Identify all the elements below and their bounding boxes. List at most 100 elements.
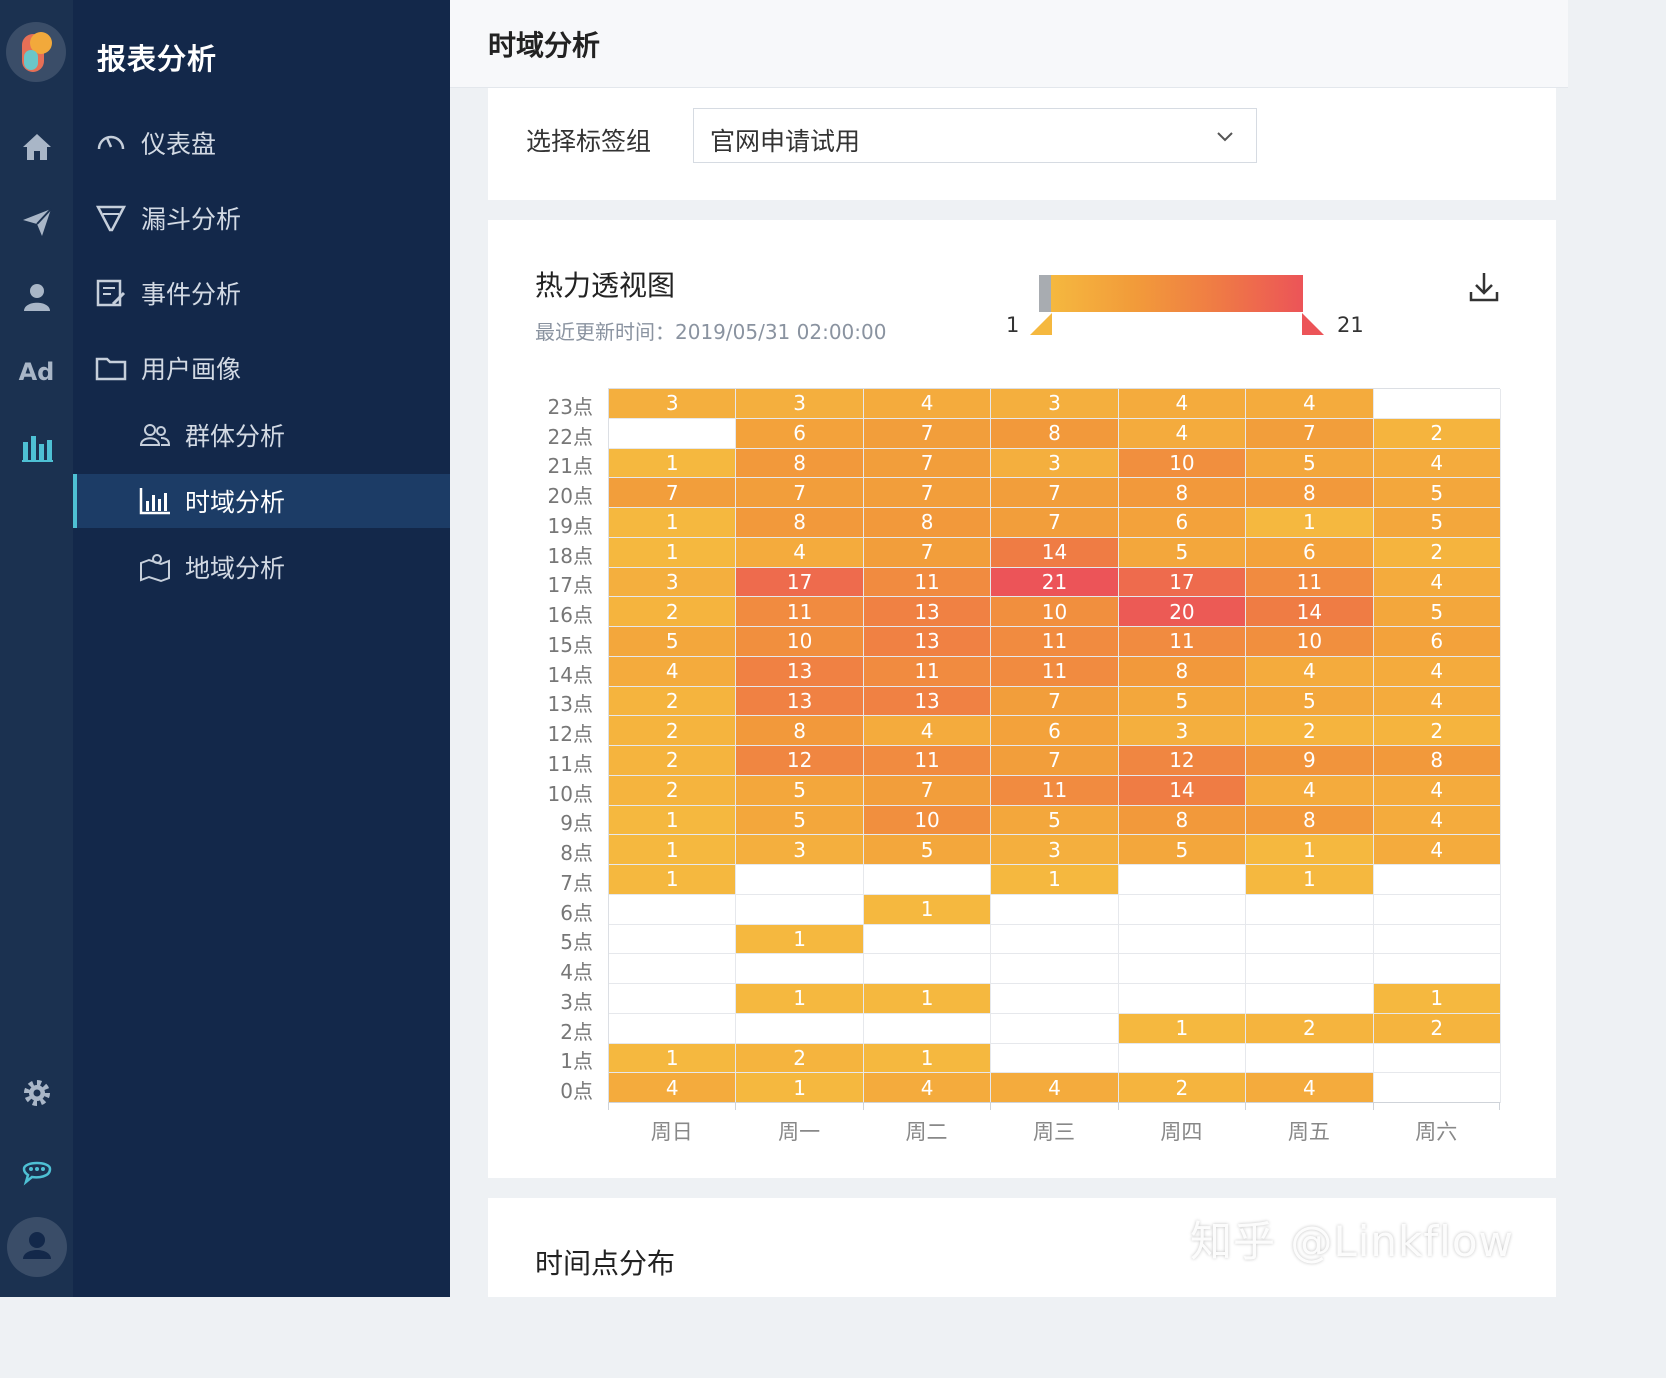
nav-item-group-analysis[interactable]: 群体分析 xyxy=(73,408,450,462)
heatmap-cell[interactable]: 1 xyxy=(1246,508,1374,538)
nav-item-time-analysis[interactable]: 时域分析 xyxy=(73,474,450,528)
heatmap-cell[interactable]: 5 xyxy=(1118,686,1247,717)
heatmap-cell[interactable]: 13 xyxy=(863,597,992,627)
settings-icon[interactable] xyxy=(0,1068,73,1118)
heatmap-cell[interactable]: 6 xyxy=(1118,508,1247,538)
heatmap-cell[interactable]: 1 xyxy=(1118,1013,1247,1044)
heatmap-cell[interactable]: 13 xyxy=(736,686,864,717)
heatmap-cell[interactable]: 5 xyxy=(736,775,864,806)
heatmap-cell[interactable]: 8 xyxy=(1373,746,1501,776)
heatmap-cell[interactable]: 1 xyxy=(863,894,992,925)
heatmap-cell[interactable]: 8 xyxy=(1246,478,1374,508)
heatmap-cell[interactable]: 3 xyxy=(609,389,737,419)
heatmap-cell[interactable]: 4 xyxy=(991,1073,1119,1103)
heatmap-cell[interactable] xyxy=(991,924,1119,955)
heatmap-cell[interactable]: 5 xyxy=(1118,835,1247,865)
heatmap-cell[interactable]: 13 xyxy=(736,656,864,687)
heatmap-cell[interactable]: 1 xyxy=(863,984,992,1014)
heatmap-cell[interactable]: 7 xyxy=(991,478,1119,508)
heatmap-cell[interactable]: 11 xyxy=(1118,627,1247,657)
heatmap-cell[interactable]: 1 xyxy=(609,448,737,479)
heatmap-cell[interactable]: 4 xyxy=(1246,1073,1374,1103)
heatmap-cell[interactable]: 4 xyxy=(1118,389,1247,419)
heatmap-cell[interactable]: 8 xyxy=(1118,478,1247,508)
heatmap-cell[interactable] xyxy=(1246,984,1374,1014)
heatmap-cell[interactable]: 4 xyxy=(1246,389,1374,419)
heatmap-cell[interactable]: 4 xyxy=(1246,656,1374,687)
heatmap-cell[interactable]: 13 xyxy=(863,627,992,657)
heatmap-cell[interactable]: 17 xyxy=(1118,567,1247,598)
download-icon[interactable] xyxy=(1467,270,1501,304)
heatmap-cell[interactable]: 2 xyxy=(609,746,737,776)
heatmap-cell[interactable]: 7 xyxy=(863,775,992,806)
heatmap-cell[interactable]: 11 xyxy=(991,656,1119,687)
heatmap-cell[interactable]: 1 xyxy=(609,508,737,538)
heatmap-cell[interactable]: 8 xyxy=(1246,805,1374,836)
heatmap-cell[interactable] xyxy=(1246,1043,1374,1074)
heatmap-cell[interactable] xyxy=(991,1043,1119,1074)
heatmap-cell[interactable]: 1 xyxy=(609,805,737,836)
heatmap-cell[interactable] xyxy=(609,1013,737,1044)
nav-item-funnel[interactable]: 漏斗分析 xyxy=(73,191,450,245)
heatmap-cell[interactable]: 6 xyxy=(736,418,864,449)
heatmap-cell[interactable] xyxy=(1246,954,1374,984)
heatmap-cell[interactable]: 7 xyxy=(863,418,992,449)
heatmap-cell[interactable]: 8 xyxy=(1118,805,1247,836)
heatmap-cell[interactable]: 5 xyxy=(991,805,1119,836)
heatmap-cell[interactable]: 13 xyxy=(863,686,992,717)
heatmap-cell[interactable]: 4 xyxy=(736,537,864,568)
heatmap-cell[interactable]: 7 xyxy=(863,478,992,508)
heatmap-cell[interactable]: 1 xyxy=(609,537,737,568)
heatmap-cell[interactable] xyxy=(1373,954,1501,984)
heatmap-cell[interactable]: 6 xyxy=(991,716,1119,746)
heatmap-cell[interactable] xyxy=(991,894,1119,925)
heatmap-cell[interactable] xyxy=(1373,924,1501,955)
heatmap-cell[interactable] xyxy=(1373,865,1501,895)
heatmap-cell[interactable]: 12 xyxy=(1118,746,1247,776)
heatmap-cell[interactable]: 1 xyxy=(863,1043,992,1074)
heatmap-cell[interactable]: 6 xyxy=(1373,627,1501,657)
heatmap-cell[interactable] xyxy=(609,418,737,449)
heatmap-cell[interactable] xyxy=(1118,984,1247,1014)
heatmap-cell[interactable]: 2 xyxy=(1373,537,1501,568)
heatmap-cell[interactable]: 11 xyxy=(863,656,992,687)
heatmap-cell[interactable]: 14 xyxy=(991,537,1119,568)
heatmap-cell[interactable]: 9 xyxy=(1246,746,1374,776)
heatmap-cell[interactable]: 3 xyxy=(609,567,737,598)
heatmap-cell[interactable]: 1 xyxy=(1373,984,1501,1014)
heatmap-cell[interactable]: 4 xyxy=(1373,835,1501,865)
heatmap-cell[interactable]: 3 xyxy=(736,835,864,865)
heatmap-cell[interactable]: 4 xyxy=(609,656,737,687)
heatmap-cell[interactable]: 1 xyxy=(609,835,737,865)
heatmap-cell[interactable]: 5 xyxy=(863,835,992,865)
heatmap-cell[interactable]: 11 xyxy=(863,746,992,776)
heatmap-cell[interactable]: 8 xyxy=(991,418,1119,449)
heatmap-cell[interactable] xyxy=(736,954,864,984)
heatmap-cell[interactable]: 8 xyxy=(736,508,864,538)
heatmap-cell[interactable]: 2 xyxy=(1373,418,1501,449)
heatmap-cell[interactable]: 3 xyxy=(991,835,1119,865)
heatmap-cell[interactable]: 2 xyxy=(609,716,737,746)
heatmap-cell[interactable]: 5 xyxy=(736,805,864,836)
heatmap-cell[interactable] xyxy=(736,894,864,925)
heatmap-cell[interactable]: 2 xyxy=(1246,716,1374,746)
heatmap-cell[interactable]: 7 xyxy=(609,478,737,508)
heatmap-cell[interactable]: 11 xyxy=(991,627,1119,657)
heatmap-cell[interactable]: 7 xyxy=(863,448,992,479)
heatmap-cell[interactable]: 14 xyxy=(1246,597,1374,627)
heatmap-cell[interactable]: 6 xyxy=(1246,537,1374,568)
heatmap-cell[interactable]: 1 xyxy=(609,1043,737,1074)
heatmap-cell[interactable] xyxy=(863,954,992,984)
heatmap-cell[interactable]: 2 xyxy=(609,686,737,717)
heatmap-cell[interactable]: 2 xyxy=(1246,1013,1374,1044)
heatmap-cell[interactable] xyxy=(1373,389,1501,419)
ad-icon[interactable]: Ad xyxy=(0,347,73,397)
heatmap-cell[interactable]: 2 xyxy=(1373,1013,1501,1044)
heatmap-cell[interactable]: 5 xyxy=(1373,478,1501,508)
heatmap-cell[interactable]: 1 xyxy=(991,865,1119,895)
heatmap-cell[interactable]: 7 xyxy=(1246,418,1374,449)
heatmap-cell[interactable] xyxy=(736,1013,864,1044)
heatmap-cell[interactable]: 2 xyxy=(1118,1073,1247,1103)
heatmap-cell[interactable]: 11 xyxy=(1246,567,1374,598)
heatmap-cell[interactable] xyxy=(1118,924,1247,955)
